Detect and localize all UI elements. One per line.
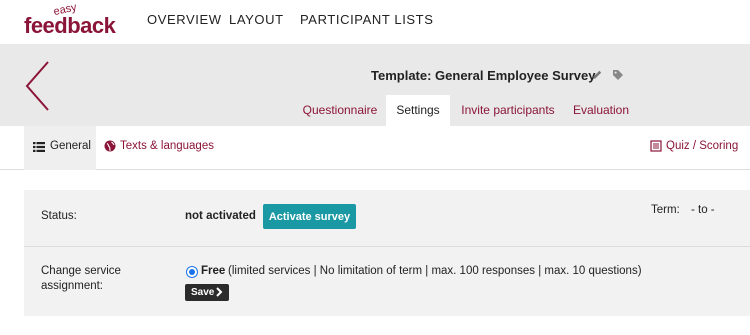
page-title: Template: General Employee Survey [371, 68, 596, 83]
logo-main-text: feedback [24, 13, 116, 38]
easyfeedback-logo[interactable]: easy feedback [24, 1, 116, 40]
subtab-quiz-scoring[interactable]: Quiz / Scoring [650, 140, 750, 156]
tab-settings[interactable]: Settings [386, 95, 450, 126]
survey-header: Template: General Employee Survey Questi… [0, 44, 750, 126]
back-arrow-icon[interactable] [24, 60, 54, 112]
book-icon [650, 140, 662, 152]
tag-icon[interactable] [612, 69, 624, 81]
nav-overview[interactable]: OVERVIEW [147, 12, 222, 27]
subtab-general-label: General [50, 140, 91, 152]
subtab-general[interactable]: General [24, 126, 96, 170]
settings-panel: Status: not activated Activate survey Te… [24, 190, 750, 316]
save-button-label: Save [191, 287, 215, 298]
globe-icon [104, 140, 116, 152]
tab-invite-participants[interactable]: Invite participants [458, 95, 558, 126]
nav-layout[interactable]: LAYOUT [229, 12, 284, 27]
subtab-quiz-label: Quiz / Scoring [666, 140, 739, 152]
divider [24, 246, 750, 247]
pencil-icon[interactable] [591, 69, 603, 81]
service-assignment-label: Change service assignment: [41, 265, 121, 292]
term-label: Term: [651, 204, 680, 216]
save-button[interactable]: Save [185, 284, 229, 301]
list-icon [33, 142, 45, 152]
status-label: Status: [41, 210, 77, 222]
tab-questionnaire[interactable]: Questionnaire [296, 95, 384, 126]
service-name: Free [201, 265, 226, 277]
status-value: not activated [185, 210, 256, 222]
free-service-radio[interactable] [186, 266, 198, 278]
settings-subtabs: General Texts & languages Quiz / Scoring [0, 126, 750, 170]
top-navigation: easy feedback OVERVIEW LAYOUT PARTICIPAN… [0, 0, 750, 44]
service-description: (limited services | No limitation of ter… [228, 265, 642, 277]
term-value: - to - [691, 204, 715, 216]
subtab-texts-label: Texts & languages [120, 140, 214, 152]
nav-participant-lists[interactable]: PARTICIPANT LISTS [300, 12, 434, 27]
activate-survey-button[interactable]: Activate survey [263, 204, 356, 229]
tab-evaluation[interactable]: Evaluation [566, 95, 636, 126]
chevron-right-icon [216, 287, 223, 297]
